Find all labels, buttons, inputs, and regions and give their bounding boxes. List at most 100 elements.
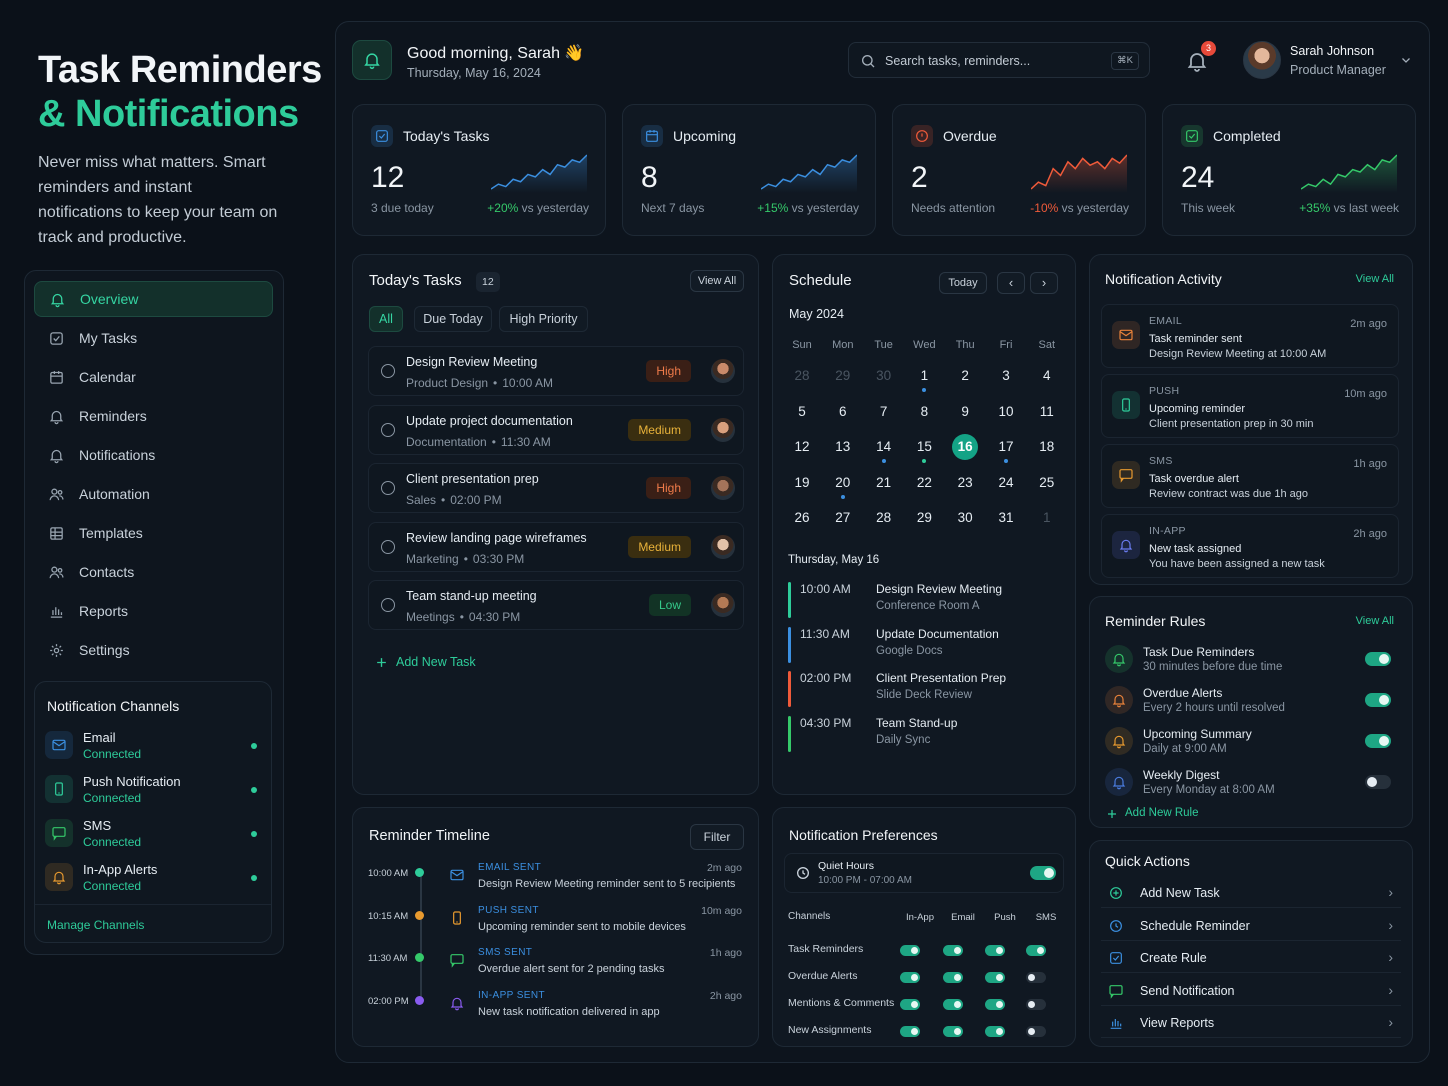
calendar-day[interactable]: 29 <box>909 505 939 531</box>
channel-push-notification[interactable]: Push Notification Connected <box>45 770 265 808</box>
quick-action-create-rule[interactable]: Create Rule › <box>1101 943 1401 973</box>
calendar-day[interactable]: 3 <box>991 363 1021 389</box>
calendar-day[interactable]: 10 <box>991 399 1021 425</box>
assignee-avatar[interactable] <box>711 476 735 500</box>
timeline-item[interactable]: 02:00 PM IN-APP SENT New task notification… <box>368 988 743 1030</box>
calendar-day[interactable]: 1 <box>909 363 939 389</box>
sidebar-item-reminders[interactable]: Reminders <box>34 398 273 434</box>
pref-toggle-in-app[interactable] <box>900 1026 920 1037</box>
sidebar-item-notifications[interactable]: Notifications <box>34 437 273 473</box>
assignee-avatar[interactable] <box>711 417 735 442</box>
pref-toggle-sms[interactable] <box>1026 945 1046 956</box>
calendar-day[interactable]: 27 <box>828 505 858 531</box>
pref-toggle-email[interactable] <box>943 999 963 1010</box>
chevron-down-icon[interactable] <box>1400 54 1412 66</box>
activity-view-all-link[interactable]: View All <box>1356 273 1394 285</box>
task-row[interactable]: Review landing page wireframes Marketing •… <box>368 521 744 572</box>
calendar-day[interactable]: 13 <box>828 434 858 460</box>
add-rule-button[interactable]: Add New Rule <box>1125 807 1199 819</box>
avatar[interactable] <box>1243 41 1281 79</box>
schedule-event[interactable]: 10:00 AM Design Review Meeting Conference … <box>788 582 1043 618</box>
channel-sms[interactable]: SMS Connected <box>45 814 265 852</box>
pref-toggle-email[interactable] <box>943 1026 963 1037</box>
calendar-day[interactable]: 11 <box>1032 399 1062 425</box>
sidebar-item-automation[interactable]: Automation <box>34 476 273 512</box>
calendar-day[interactable]: 5 <box>787 399 817 425</box>
pref-toggle-in-app[interactable] <box>900 999 920 1010</box>
task-row[interactable]: Team stand-up meeting Meetings • 04:30 PM Lo… <box>368 580 744 630</box>
calendar-day[interactable]: 15 <box>909 434 939 460</box>
rule-toggle[interactable] <box>1365 693 1391 707</box>
timeline-item[interactable]: 11:30 AM SMS SENT Overdue alert sent for 2… <box>368 945 743 987</box>
calendar-day[interactable]: 7 <box>869 399 899 425</box>
calendar-day[interactable]: 1 <box>1032 505 1062 531</box>
pref-toggle-push[interactable] <box>985 972 1005 983</box>
filter-tab-high-priority[interactable]: High Priority <box>499 306 588 332</box>
filter-tab-all[interactable]: All <box>369 306 403 332</box>
prev-month-button[interactable]: ‹ <box>997 272 1025 294</box>
schedule-event[interactable]: 11:30 AM Update Documentation Google Docs <box>788 626 1043 663</box>
calendar-day[interactable]: 28 <box>787 363 817 389</box>
pref-toggle-push[interactable] <box>985 999 1005 1010</box>
task-checkbox[interactable] <box>381 539 395 554</box>
calendar-day[interactable]: 18 <box>1032 434 1062 460</box>
calendar-day[interactable]: 21 <box>869 470 899 496</box>
calendar-day[interactable]: 8 <box>909 399 939 425</box>
filter-button[interactable]: Filter <box>690 824 744 850</box>
quiet-hours-toggle[interactable] <box>1030 866 1056 880</box>
calendar-day[interactable]: 30 <box>869 363 899 389</box>
sidebar-item-templates[interactable]: Templates <box>34 515 273 551</box>
calendar-day[interactable]: 30 <box>950 505 980 531</box>
task-checkbox[interactable] <box>381 422 395 437</box>
sidebar-item-overview[interactable]: Overview <box>34 281 273 317</box>
search-bar[interactable]: ⌘K <box>848 42 1150 78</box>
calendar-day[interactable]: 23 <box>950 470 980 496</box>
pref-toggle-push[interactable] <box>985 1026 1005 1037</box>
pref-toggle-email[interactable] <box>943 972 963 983</box>
today-button[interactable]: Today <box>939 272 987 294</box>
task-checkbox[interactable] <box>381 598 395 612</box>
activity-item[interactable]: PUSH Upcoming reminder Client presentation… <box>1101 374 1399 438</box>
calendar-day[interactable]: 2 <box>950 363 980 389</box>
pref-toggle-in-app[interactable] <box>900 945 920 956</box>
timeline-item[interactable]: 10:15 AM PUSH SENT Upcoming reminder sent … <box>368 903 743 945</box>
pref-toggle-sms[interactable] <box>1026 972 1046 983</box>
calendar-day[interactable]: 6 <box>828 399 858 425</box>
task-checkbox[interactable] <box>381 364 395 378</box>
sidebar-item-calendar[interactable]: Calendar <box>34 359 273 395</box>
timeline-item[interactable]: 10:00 AM EMAIL SENT Design Review Meeting … <box>368 860 743 902</box>
activity-item[interactable]: SMS Task overdue alert Review contract was… <box>1101 444 1399 508</box>
pref-toggle-sms[interactable] <box>1026 1026 1046 1037</box>
calendar-day[interactable]: 14 <box>869 434 899 460</box>
filter-tab-due-today[interactable]: Due Today <box>414 306 492 332</box>
calendar-day[interactable]: 20 <box>828 470 858 496</box>
add-task-button[interactable]: Add New Task <box>396 655 476 669</box>
assignee-avatar[interactable] <box>711 534 735 559</box>
assignee-avatar[interactable] <box>711 359 735 383</box>
rule-toggle[interactable] <box>1365 734 1391 748</box>
schedule-event[interactable]: 04:30 PM Team Stand-up Daily Sync <box>788 715 1043 752</box>
view-all-button[interactable]: View All <box>690 270 744 292</box>
rules-view-all-link[interactable]: View All <box>1356 615 1394 627</box>
pref-toggle-email[interactable] <box>943 945 963 956</box>
calendar-day[interactable]: 24 <box>991 470 1021 496</box>
calendar-day[interactable]: 4 <box>1032 363 1062 389</box>
sidebar-item-settings[interactable]: Settings <box>34 632 273 668</box>
quick-action-view-reports[interactable]: View Reports › <box>1101 1008 1401 1038</box>
calendar-day[interactable]: 22 <box>909 470 939 496</box>
sidebar-item-reports[interactable]: Reports <box>34 593 273 629</box>
channel-in-app-alerts[interactable]: In-App Alerts Connected <box>45 858 265 896</box>
sidebar-item-contacts[interactable]: Contacts <box>34 554 273 590</box>
search-input[interactable] <box>885 51 1105 71</box>
activity-item[interactable]: EMAIL Task reminder sent Design Review Mee… <box>1101 304 1399 368</box>
sidebar-item-my-tasks[interactable]: My Tasks <box>34 320 273 356</box>
rule-toggle[interactable] <box>1365 775 1391 789</box>
calendar-day[interactable]: 26 <box>787 505 817 531</box>
pref-toggle-push[interactable] <box>985 945 1005 956</box>
rule-toggle[interactable] <box>1365 652 1391 666</box>
schedule-event[interactable]: 02:00 PM Client Presentation Prep Slide De… <box>788 671 1043 707</box>
calendar-day-selected[interactable]: 16 <box>952 434 979 460</box>
calendar-day[interactable]: 29 <box>828 363 858 389</box>
activity-item[interactable]: IN-APP New task assigned You have been ass… <box>1101 514 1399 578</box>
calendar-day[interactable]: 17 <box>991 434 1021 460</box>
